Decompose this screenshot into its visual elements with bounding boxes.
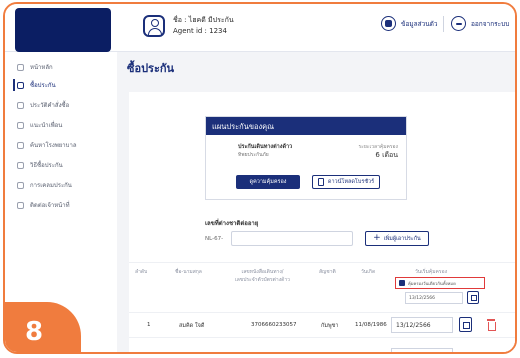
page-title: ซื้อประกัน bbox=[127, 62, 175, 75]
column-header-start-date: วันเริ่มคุ้มครอง bbox=[415, 269, 448, 275]
sidebar-item-home[interactable]: หน้าหลัก bbox=[17, 60, 53, 74]
sidebar-item-how-to-buy[interactable]: วิธีซื้อประกัน bbox=[17, 158, 63, 172]
row-start-date-input-partial[interactable] bbox=[391, 348, 453, 352]
document-icon bbox=[317, 178, 324, 186]
profile-icon bbox=[381, 16, 396, 31]
calendar-icon[interactable] bbox=[459, 317, 472, 332]
reference-prefix: NL-67- bbox=[205, 236, 224, 242]
history-icon bbox=[17, 101, 24, 109]
content-card: แผนประกันของคุณ ประกันเดินทางต่างด้าว ทิ… bbox=[129, 92, 515, 352]
search-icon bbox=[17, 141, 24, 149]
column-header-name: ชื่อ-นามสกุล bbox=[175, 269, 202, 275]
plan-company: ทิพยประกันภัย bbox=[238, 152, 269, 158]
reference-number-input[interactable] bbox=[231, 231, 353, 246]
sidebar-active-indicator bbox=[13, 79, 15, 91]
sidebar-item-find-hospital[interactable]: ค้นหาโรงพยาบาล bbox=[17, 138, 77, 152]
user-name: ชื่อ : ไฮคดี มีประกัน bbox=[173, 16, 234, 24]
agent-id: Agent id : 1234 bbox=[173, 27, 227, 35]
sidebar-item-refer-friend[interactable]: แนะนำเพื่อน bbox=[17, 118, 62, 132]
book-icon bbox=[17, 161, 24, 169]
table-header: ลำดับ ชื่อ-นามสกุล เลขหนังสือเดินทาง/ เล… bbox=[129, 262, 515, 304]
row-passport: 3706660233057 bbox=[251, 322, 297, 328]
coverage-period-value: 6 เดือน bbox=[375, 151, 398, 159]
same-date-checkbox-label: คุ้มครองวันเดียวกันทั้งหมด bbox=[408, 280, 456, 286]
app-frame: ชื่อ : ไฮคดี มีประกัน Agent id : 1234 ข้… bbox=[3, 2, 517, 354]
header-divider bbox=[443, 16, 444, 32]
sidebar-item-claims[interactable]: การเคลมประกัน bbox=[17, 178, 72, 192]
step-number-badge: 8 bbox=[5, 302, 81, 352]
column-header-birth-date: วันเกิด bbox=[361, 269, 376, 275]
plan-card-header: แผนประกันของคุณ bbox=[206, 117, 406, 135]
download-brochure-button[interactable]: ดาวน์โหลดโบรชัวร์ bbox=[312, 175, 380, 189]
sidebar-item-label: แนะนำเพื่อน bbox=[30, 122, 63, 129]
row-name: สมคิด ใจดี bbox=[179, 323, 205, 329]
add-insured-button[interactable]: + เพิ่มผู้เอาประกัน bbox=[365, 231, 429, 246]
top-bar: ชื่อ : ไฮคดี มีประกัน Agent id : 1234 ข้… bbox=[5, 4, 515, 52]
main-content: ซื้อประกัน แผนประกันของคุณ ประกันเดินทาง… bbox=[117, 52, 515, 352]
view-coverage-button[interactable]: ดูความคุ้มครอง bbox=[236, 175, 300, 189]
profile-button[interactable]: ข้อมูลส่วนตัว bbox=[381, 16, 438, 31]
reference-number-label: เลขที่ต่างชาติต่ออายุ bbox=[205, 220, 259, 227]
sidebar-item-label: ค้นหาโรงพยาบาล bbox=[30, 142, 77, 149]
sidebar-item-label: การเคลมประกัน bbox=[30, 182, 72, 189]
delete-row-icon[interactable] bbox=[487, 319, 496, 331]
checkbox-checked-icon bbox=[399, 280, 405, 286]
users-icon bbox=[17, 121, 24, 129]
table-row: 1 สมคิด ใจดี 3706660233057 กัมพูชา 11/08… bbox=[129, 312, 515, 338]
column-header-nationality: สัญชาติ bbox=[319, 269, 336, 275]
logo bbox=[15, 8, 111, 52]
table-row-partial bbox=[129, 344, 515, 352]
profile-label: ข้อมูลส่วนตัว bbox=[401, 19, 438, 28]
contact-icon bbox=[17, 201, 24, 209]
logout-label: ออกจากระบบ bbox=[471, 19, 510, 28]
plan-name: ประกันเดินทางต่างด้าว bbox=[238, 144, 293, 150]
sidebar-item-label: ซื้อประกัน bbox=[30, 82, 56, 89]
plan-card: แผนประกันของคุณ ประกันเดินทางต่างด้าว ทิ… bbox=[205, 116, 407, 200]
column-header-passport: เลขหนังสือเดินทาง/ เลขประจำตัวบัตรต่างด้… bbox=[235, 269, 290, 283]
header-start-date-input[interactable]: 13/12/2566 bbox=[405, 292, 463, 304]
sidebar-item-contact[interactable]: ติดต่อเจ้าหน้าที่ bbox=[17, 198, 70, 212]
sidebar-item-label: ประวัติคำสั่งซื้อ bbox=[30, 102, 70, 109]
calendar-icon[interactable] bbox=[467, 291, 479, 304]
row-nationality: กัมพูชา bbox=[321, 323, 339, 329]
sidebar-item-label: วิธีซื้อประกัน bbox=[30, 162, 63, 169]
user-icon bbox=[143, 15, 165, 37]
download-brochure-label: ดาวน์โหลดโบรชัวร์ bbox=[327, 179, 375, 185]
shield-icon bbox=[17, 81, 24, 89]
sidebar-item-order-history[interactable]: ประวัติคำสั่งซื้อ bbox=[17, 98, 69, 112]
row-no: 1 bbox=[147, 322, 151, 328]
column-header-no: ลำดับ bbox=[135, 269, 148, 275]
row-birth-date: 11/08/1986 bbox=[355, 322, 387, 328]
sidebar-item-label: หน้าหลัก bbox=[30, 64, 53, 71]
home-icon bbox=[17, 63, 24, 71]
row-start-date-input[interactable]: 13/12/2566 bbox=[391, 317, 453, 333]
logout-button[interactable]: ออกจากระบบ bbox=[451, 16, 509, 31]
same-date-checkbox[interactable]: คุ้มครองวันเดียวกันทั้งหมด bbox=[395, 277, 485, 289]
claim-icon bbox=[17, 181, 24, 189]
logout-icon bbox=[451, 16, 466, 31]
sidebar-item-label: ติดต่อเจ้าหน้าที่ bbox=[30, 202, 70, 209]
sidebar-item-buy-insurance[interactable]: ซื้อประกัน bbox=[17, 78, 56, 92]
plus-icon: + bbox=[373, 233, 381, 243]
add-insured-label: เพิ่มผู้เอาประกัน bbox=[383, 235, 421, 242]
